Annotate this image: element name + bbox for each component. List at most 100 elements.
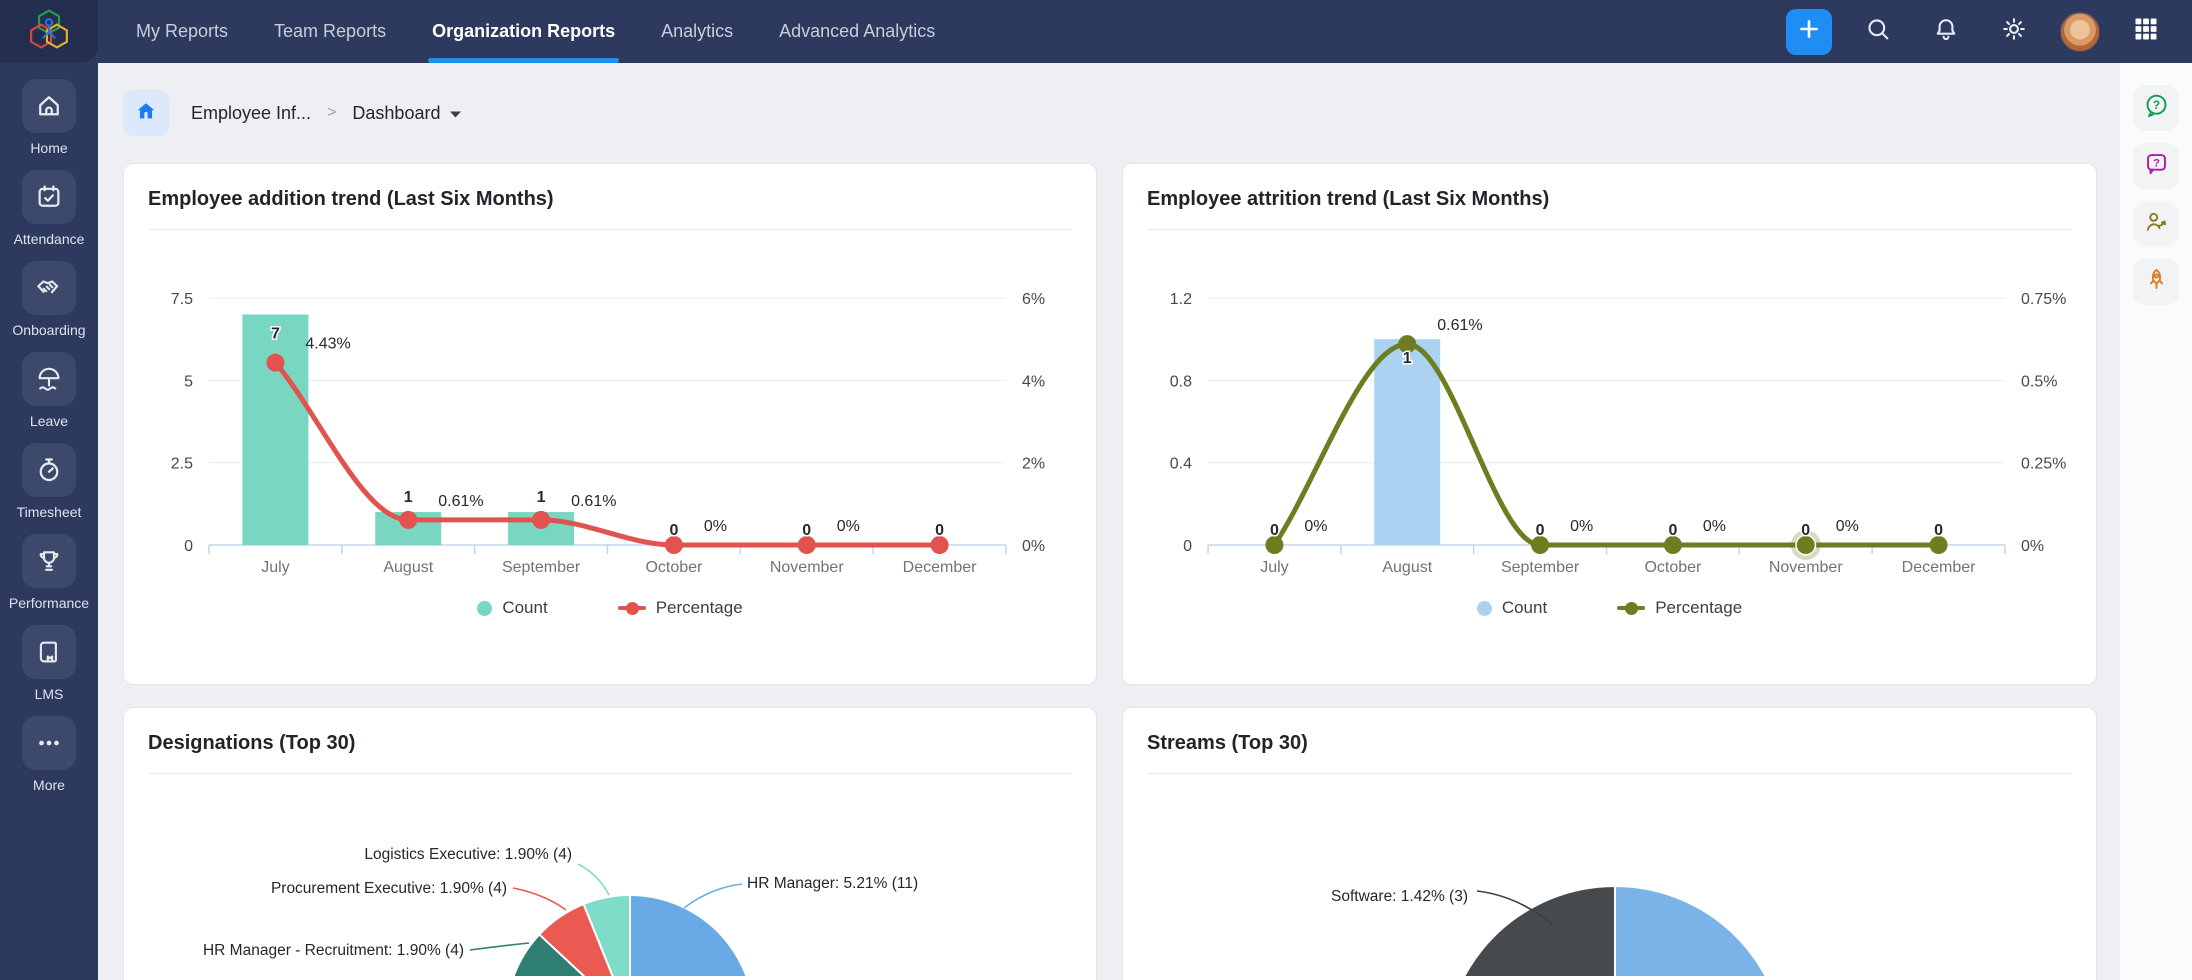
legend-label: Count: [502, 598, 547, 618]
tab-analytics[interactable]: Analytics: [661, 0, 733, 63]
sidebar-item-leave[interactable]: Leave: [22, 352, 76, 429]
svg-text:1: 1: [1403, 350, 1412, 367]
sidebar-item-home[interactable]: Home: [22, 79, 76, 156]
share-feedback-button[interactable]: [2133, 201, 2179, 247]
sidebar-label: Leave: [30, 413, 68, 429]
svg-text:4%: 4%: [1022, 373, 1045, 390]
notifications-button[interactable]: [1924, 10, 1968, 54]
svg-text:7.5: 7.5: [171, 291, 193, 308]
svg-text:0: 0: [1668, 522, 1677, 539]
svg-text:5: 5: [184, 373, 193, 390]
svg-text:0: 0: [1934, 522, 1943, 539]
sidebar-item-timesheet[interactable]: Timesheet: [17, 443, 82, 520]
card-employee-attrition-trend: Employee attrition trend (Last Six Month…: [1122, 163, 2097, 685]
svg-text:November: November: [770, 559, 844, 576]
designations-pie-chart[interactable]: Logistics Executive: 1.90% (4)Procuremen…: [148, 776, 1074, 976]
bell-icon: [1932, 15, 1960, 48]
svg-text:HR Manager: 5.21% (11): HR Manager: 5.21% (11): [747, 875, 918, 892]
breadcrumb-home-button[interactable]: [123, 90, 169, 136]
svg-text:0%: 0%: [837, 518, 860, 535]
sidebar-item-performance[interactable]: Performance: [9, 534, 89, 611]
svg-text:0: 0: [184, 538, 193, 555]
help-rail: ? ?: [2120, 63, 2192, 980]
card-designations: Designations (Top 30) Logistics Executiv…: [123, 707, 1097, 980]
svg-text:0.5%: 0.5%: [2021, 373, 2057, 390]
nav-actions: [1786, 9, 2192, 55]
tab-advanced-analytics[interactable]: Advanced Analytics: [779, 0, 935, 63]
faq-button[interactable]: ?: [2133, 143, 2179, 189]
breadcrumb-page-selector[interactable]: Dashboard: [352, 103, 462, 124]
card-title: Employee addition trend (Last Six Months…: [148, 188, 1072, 211]
breadcrumb-section[interactable]: Employee Inf...: [191, 103, 311, 124]
sidebar-label: Home: [30, 140, 67, 156]
svg-text:November: November: [1769, 559, 1843, 576]
svg-text:September: September: [1501, 559, 1580, 576]
card-streams: Streams (Top 30) Software: 1.42% (3): [1122, 707, 2097, 980]
svg-text:0: 0: [1801, 522, 1810, 539]
legend-item-count[interactable]: Count: [477, 598, 547, 618]
svg-text:7: 7: [271, 325, 280, 342]
legend-label: Count: [1502, 598, 1547, 618]
tab-label: Analytics: [661, 21, 733, 42]
svg-text:0%: 0%: [1570, 518, 1593, 535]
svg-text:0%: 0%: [1836, 518, 1859, 535]
sidebar-item-more[interactable]: More: [22, 716, 76, 793]
tab-label: Organization Reports: [432, 21, 615, 42]
user-avatar[interactable]: [2060, 12, 2100, 52]
svg-text:6%: 6%: [1022, 291, 1045, 308]
trophy-icon: [22, 534, 76, 588]
legend-item-percentage[interactable]: Percentage: [1617, 598, 1742, 618]
tab-label: Team Reports: [274, 21, 386, 42]
svg-text:0: 0: [935, 522, 944, 539]
svg-text:4.43%: 4.43%: [305, 336, 350, 353]
svg-text:0: 0: [1270, 522, 1279, 539]
svg-text:July: July: [261, 559, 289, 576]
svg-text:Software: 1.42% (3): Software: 1.42% (3): [1331, 888, 1468, 905]
help-chat-icon: ?: [2143, 92, 2170, 124]
card-employee-addition-trend: Employee addition trend (Last Six Months…: [123, 163, 1097, 685]
apps-launcher-button[interactable]: [2124, 10, 2168, 54]
sidebar-label: Timesheet: [17, 504, 82, 520]
tab-label: My Reports: [136, 21, 228, 42]
card-title: Streams (Top 30): [1147, 732, 2072, 755]
svg-text:0: 0: [802, 522, 811, 539]
search-button[interactable]: [1856, 10, 1900, 54]
whats-new-button[interactable]: [2133, 259, 2179, 305]
addition-trend-chart[interactable]: 7.56%54%2.52%00%JulyAugustSeptemberOctob…: [148, 232, 1074, 594]
sidebar-label: Performance: [9, 595, 89, 611]
sidebar-item-lms[interactable]: LMS: [22, 625, 76, 702]
product-logo[interactable]: [0, 0, 98, 63]
legend-item-count[interactable]: Count: [1477, 598, 1547, 618]
top-navigation: My Reports Team Reports Organization Rep…: [0, 0, 2192, 63]
faq-bubble-icon: ?: [2143, 150, 2170, 182]
svg-text:August: August: [1382, 559, 1432, 576]
stopwatch-icon: [22, 443, 76, 497]
streams-pie-chart[interactable]: Software: 1.42% (3): [1147, 776, 2073, 976]
legend-label: Percentage: [1655, 598, 1742, 618]
report-tabs: My Reports Team Reports Organization Rep…: [136, 0, 935, 63]
help-button[interactable]: ?: [2133, 85, 2179, 131]
svg-text:0: 0: [1536, 522, 1545, 539]
attrition-trend-chart[interactable]: 1.20.75%0.80.5%0.40.25%00%JulyAugustSept…: [1147, 232, 2073, 594]
legend-item-percentage[interactable]: Percentage: [618, 598, 743, 618]
count-swatch: [1477, 601, 1492, 616]
sidebar-item-attendance[interactable]: Attendance: [14, 170, 85, 247]
tab-my-reports[interactable]: My Reports: [136, 0, 228, 63]
tab-team-reports[interactable]: Team Reports: [274, 0, 386, 63]
sidebar-item-onboarding[interactable]: Onboarding: [12, 261, 85, 338]
add-button[interactable]: [1786, 9, 1832, 55]
sidebar-label: LMS: [35, 686, 64, 702]
active-tab-underline: [428, 58, 619, 63]
svg-text:0: 0: [1183, 538, 1192, 555]
home-icon: [22, 79, 76, 133]
sidebar-label: Onboarding: [12, 322, 85, 338]
svg-text:0: 0: [669, 522, 678, 539]
settings-button[interactable]: [1992, 10, 2036, 54]
tab-organization-reports[interactable]: Organization Reports: [432, 0, 615, 63]
svg-text:2%: 2%: [1022, 456, 1045, 473]
chevron-right-icon: >: [327, 104, 336, 122]
divider: [148, 229, 1072, 230]
svg-text:October: October: [645, 559, 703, 576]
chart-legend: Count Percentage: [148, 598, 1072, 618]
svg-text:0.75%: 0.75%: [2021, 291, 2066, 308]
